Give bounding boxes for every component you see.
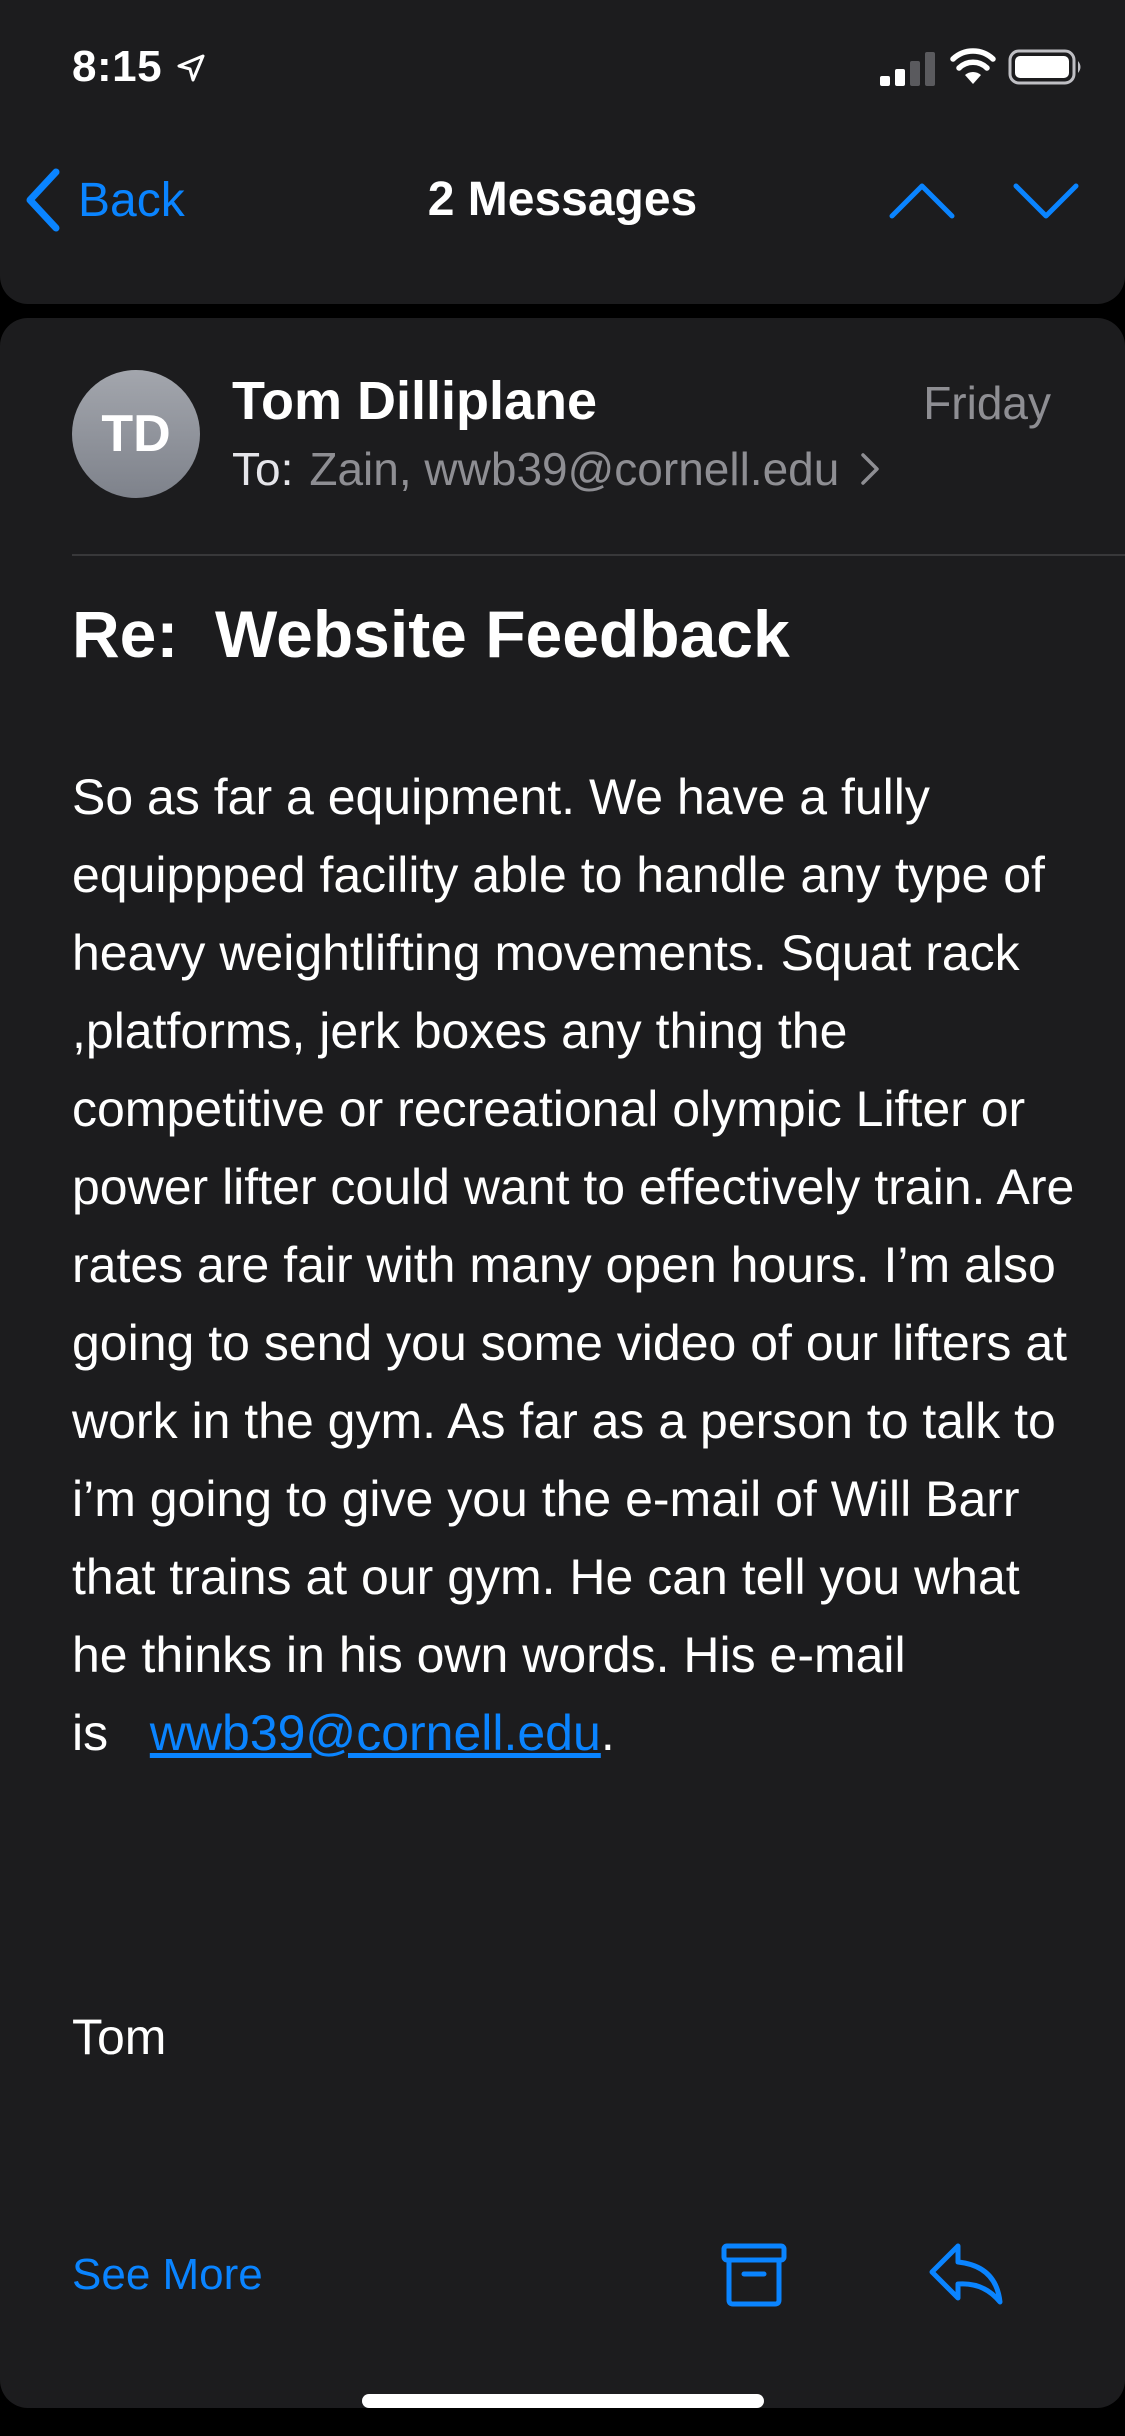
chevron-down-icon[interactable] <box>1012 176 1080 224</box>
nav-bar: Back 2 Messages <box>0 150 1125 250</box>
body-end: . <box>600 1705 615 1761</box>
message-card: TD Tom Dilliplane Friday To: Zain, wwb39… <box>0 318 1125 2408</box>
back-button[interactable]: Back <box>22 168 185 232</box>
see-more-button[interactable]: See More <box>72 2250 263 2300</box>
message-date: Friday <box>923 377 1051 429</box>
avatar[interactable]: TD <box>72 370 200 498</box>
chevron-right-icon <box>861 453 880 485</box>
sender-name[interactable]: Tom Dilliplane <box>232 370 597 432</box>
wifi-icon <box>950 48 996 84</box>
status-bar: 8:15 <box>0 0 1125 140</box>
to-label: To: <box>232 443 294 495</box>
location-arrow-icon <box>177 54 205 82</box>
body-text: So as far a equipment. We have a fully e… <box>72 769 1075 1761</box>
home-indicator[interactable] <box>362 2394 764 2408</box>
back-label: Back <box>78 173 185 227</box>
archive-icon[interactable] <box>718 2238 790 2310</box>
status-time: 8:15 <box>72 42 163 91</box>
collapsed-message[interactable] <box>0 266 1125 304</box>
chevron-up-icon[interactable] <box>888 176 956 224</box>
message-subject: Re: Website Feedback <box>72 597 790 671</box>
chevron-left-icon <box>26 168 60 232</box>
divider <box>72 554 1125 556</box>
battery-icon <box>1008 49 1081 85</box>
email-link[interactable]: wwb39@cornell.edu <box>150 1705 601 1761</box>
message-body: So as far a equipment. We have a fully e… <box>72 758 1082 1772</box>
recipients-row[interactable]: To: Zain, wwb39@cornell.edu <box>232 442 881 496</box>
signoff: Tom <box>72 2009 167 2065</box>
cellular-signal-icon <box>880 52 935 86</box>
navigation-header: 8:15 Back 2 Messages <box>0 0 1125 266</box>
recipient-list: Zain, wwb39@cornell.edu <box>309 443 840 495</box>
reply-icon[interactable] <box>926 2240 1006 2308</box>
